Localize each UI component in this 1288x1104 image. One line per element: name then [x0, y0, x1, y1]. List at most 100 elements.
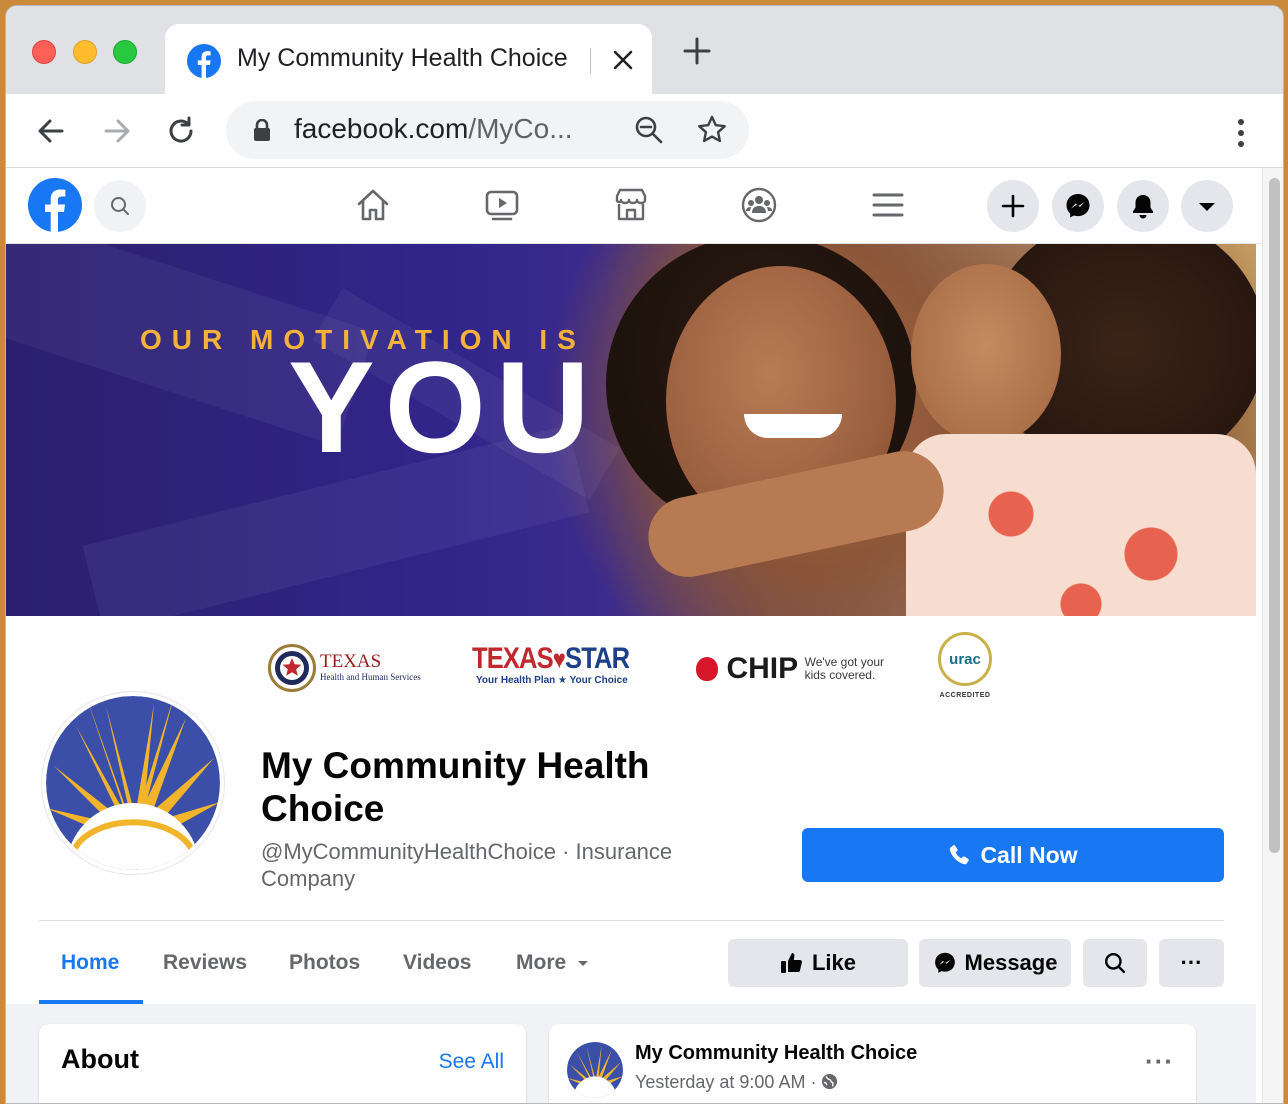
- browser-tab[interactable]: My Community Health Choice: [165, 24, 652, 96]
- cover-photo[interactable]: OUR MOTIVATION IS YOU: [6, 244, 1256, 616]
- tab-title: My Community Health Choice: [237, 44, 568, 72]
- scrollbar-thumb[interactable]: [1269, 178, 1280, 853]
- search-icon: [111, 197, 129, 215]
- home-icon[interactable]: [354, 186, 392, 224]
- tab-home[interactable]: Home: [61, 951, 119, 975]
- kebab-icon[interactable]: [1228, 116, 1254, 150]
- tab-separator: [590, 48, 591, 74]
- back-arrow-icon[interactable]: [34, 114, 68, 148]
- forward-arrow-icon[interactable]: [100, 114, 134, 148]
- post-timestamp[interactable]: Yesterday at 9:00 AM ·: [635, 1072, 838, 1093]
- cover-child-face: [911, 264, 1061, 444]
- sunburst-logo: [46, 696, 220, 870]
- about-title: About: [61, 1044, 139, 1074]
- tab-photos[interactable]: Photos: [289, 951, 360, 975]
- star-logo-tagline: Your Health Plan ★ Your Choice: [476, 675, 628, 686]
- notifications-button[interactable]: [1117, 180, 1169, 232]
- cover-smile: [744, 414, 842, 438]
- page-handle: @MyCommunityHealthChoice · Insurance Com…: [261, 839, 673, 891]
- tab-more[interactable]: More: [516, 951, 590, 975]
- post-more-button[interactable]: ···: [1145, 1046, 1174, 1077]
- profile-divider: [39, 920, 1224, 921]
- account-menu-button[interactable]: [1181, 180, 1233, 232]
- message-button[interactable]: Message: [919, 939, 1071, 987]
- globe-icon: [822, 1073, 838, 1090]
- lock-icon[interactable]: [252, 119, 272, 141]
- chip-word: CHIP: [726, 652, 799, 685]
- apple-icon: [696, 657, 718, 681]
- heart-star-icon: ♥: [552, 644, 566, 674]
- caret-down-icon: [1199, 203, 1215, 211]
- partner-logos: TEXAS Health and Human Services TEXAS♥ST…: [6, 616, 1256, 726]
- page-scrollbar[interactable]: [1262, 168, 1283, 1103]
- texas-hhs-seal: [268, 644, 316, 692]
- phone-icon: [950, 845, 970, 865]
- facebook-icon[interactable]: [28, 178, 82, 232]
- see-all-link[interactable]: See All: [439, 1050, 504, 1074]
- urac-logo: urac ACCREDITED: [936, 632, 994, 699]
- profile-picture[interactable]: [42, 692, 224, 874]
- like-button[interactable]: Like: [728, 939, 908, 987]
- zoom-icon[interactable]: [634, 115, 664, 145]
- post-card: My Community Health Choice Yesterday at …: [549, 1024, 1196, 1103]
- url-host: facebook.com: [294, 113, 469, 144]
- url-path: /MyCo...: [468, 113, 573, 144]
- page-search-button[interactable]: [1083, 939, 1147, 987]
- post-time-text: Yesterday at 9:00 AM ·: [635, 1072, 817, 1092]
- urac-word: urac: [938, 632, 992, 686]
- minimize-window-button[interactable]: [73, 40, 97, 64]
- plus-icon: [1001, 194, 1025, 218]
- chip-logo: CHIP We've got your kids covered.: [696, 652, 884, 686]
- tab-reviews[interactable]: Reviews: [163, 951, 247, 975]
- messenger-button[interactable]: [1052, 180, 1104, 232]
- page-name: My Community Health Choice: [261, 745, 650, 829]
- urac-sub: ACCREDITED: [939, 692, 991, 699]
- marketplace-icon[interactable]: [612, 186, 650, 224]
- tab-strip: My Community Health Choice: [6, 6, 1283, 96]
- search-button[interactable]: [94, 180, 146, 232]
- hhs-name: TEXAS: [320, 651, 382, 672]
- bell-icon: [1133, 195, 1153, 219]
- menu-icon[interactable]: [869, 186, 907, 224]
- groups-icon[interactable]: [740, 186, 778, 224]
- thumbs-up-icon: [780, 953, 802, 973]
- tab-more-label: More: [516, 951, 567, 974]
- caret-down-icon: [578, 961, 589, 967]
- cover-child-dress: [906, 434, 1256, 616]
- tab-videos[interactable]: Videos: [403, 951, 471, 975]
- watch-icon[interactable]: [483, 186, 521, 224]
- browser-toolbar: facebook.com/MyCo...: [6, 94, 1283, 168]
- url-text[interactable]: facebook.com/MyCo...: [294, 113, 573, 145]
- plus-icon[interactable]: [682, 36, 712, 66]
- more-dots-label: ···: [1180, 950, 1203, 975]
- cover-headline: YOU: [288, 334, 600, 480]
- messenger-icon: [934, 952, 955, 973]
- close-icon[interactable]: [611, 48, 635, 72]
- create-button[interactable]: [987, 180, 1039, 232]
- facebook-icon: [187, 44, 221, 78]
- message-label: Message: [964, 950, 1058, 975]
- star-logo-left: TEXAS: [472, 642, 554, 675]
- star-seal-icon: [275, 651, 309, 685]
- chip-tagline-2: kids covered.: [804, 668, 876, 682]
- texas-star-logo: TEXAS♥STAR Your Health Plan ★ Your Choic…: [472, 644, 657, 686]
- sunburst-logo: [567, 1042, 623, 1098]
- post-author[interactable]: My Community Health Choice: [635, 1042, 917, 1065]
- page-more-button[interactable]: ···: [1159, 939, 1224, 987]
- close-window-button[interactable]: [32, 40, 56, 64]
- address-bar[interactable]: facebook.com/MyCo...: [226, 101, 749, 159]
- browser-window: My Community Health Choice facebook.com/…: [5, 5, 1284, 1104]
- facebook-nav: [6, 168, 1262, 244]
- like-label: Like: [811, 950, 857, 975]
- search-icon: [1104, 952, 1126, 974]
- post-avatar[interactable]: [567, 1042, 623, 1098]
- feed-area: About See All My Community Health Choice…: [6, 1004, 1256, 1103]
- star-icon[interactable]: [696, 114, 728, 146]
- texas-hhs-logo: TEXAS Health and Human Services: [320, 652, 421, 682]
- hhs-sub: Health and Human Services: [320, 672, 421, 682]
- call-now-button[interactable]: Call Now: [802, 828, 1224, 882]
- call-now-label: Call Now: [980, 841, 1078, 868]
- maximize-window-button[interactable]: [113, 40, 137, 64]
- reload-icon[interactable]: [164, 114, 198, 148]
- messenger-icon: [1066, 194, 1090, 218]
